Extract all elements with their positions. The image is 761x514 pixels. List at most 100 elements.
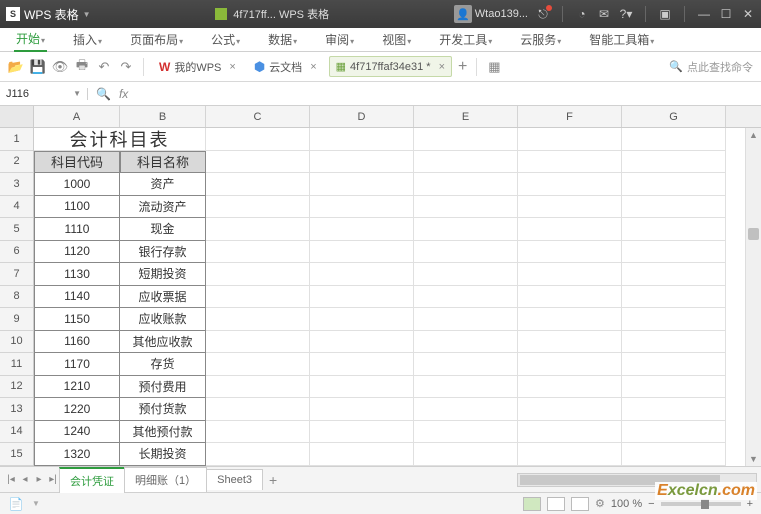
cell[interactable]	[622, 173, 726, 196]
cell[interactable]	[518, 376, 622, 399]
cell[interactable]: 1110	[34, 218, 120, 241]
cell[interactable]	[622, 376, 726, 399]
cell[interactable]: 1210	[34, 376, 120, 399]
cell[interactable]: 1220	[34, 398, 120, 421]
cell[interactable]	[518, 421, 622, 444]
column-header[interactable]: E	[414, 106, 518, 127]
cell[interactable]: 应收账款	[120, 308, 206, 331]
scrollbar-thumb[interactable]	[748, 228, 759, 240]
cell[interactable]: 资产	[120, 173, 206, 196]
cell[interactable]: 1140	[34, 286, 120, 309]
cell[interactable]: 短期投资	[120, 263, 206, 286]
scroll-down-icon[interactable]: ▼	[746, 452, 761, 466]
undo-icon[interactable]: ↶	[96, 59, 112, 75]
cell[interactable]	[310, 241, 414, 264]
tab-view[interactable]: 视图▾	[380, 28, 413, 51]
cell[interactable]	[414, 151, 518, 174]
name-box[interactable]: J116 ▼	[0, 88, 88, 100]
cell[interactable]	[206, 443, 310, 466]
row-header[interactable]: 1	[0, 128, 33, 151]
row-header[interactable]: 3	[0, 173, 33, 196]
cell[interactable]	[310, 196, 414, 219]
row-header[interactable]: 8	[0, 286, 33, 309]
cell[interactable]	[414, 308, 518, 331]
notification-icon[interactable]: ⎋	[536, 7, 550, 21]
cell[interactable]	[206, 218, 310, 241]
cell[interactable]	[414, 353, 518, 376]
cell[interactable]	[310, 286, 414, 309]
cell[interactable]: 长期投资	[120, 443, 206, 466]
cell[interactable]	[518, 196, 622, 219]
cell[interactable]	[518, 286, 622, 309]
first-sheet-icon[interactable]: |◂	[4, 474, 18, 485]
maximize-icon[interactable]: ☐	[719, 7, 733, 21]
new-tab-button[interactable]: +	[458, 58, 467, 76]
cell[interactable]	[414, 398, 518, 421]
cell[interactable]	[622, 398, 726, 421]
cell[interactable]	[206, 196, 310, 219]
cell[interactable]	[206, 331, 310, 354]
dropdown-icon[interactable]: ▼	[83, 10, 91, 19]
cell[interactable]	[622, 241, 726, 264]
cell[interactable]	[518, 218, 622, 241]
cell[interactable]	[310, 376, 414, 399]
open-icon[interactable]: 📂	[8, 59, 24, 75]
prev-sheet-icon[interactable]: ◂	[18, 474, 32, 485]
cell[interactable]	[518, 241, 622, 264]
row-header[interactable]: 14	[0, 421, 33, 444]
cell[interactable]	[518, 308, 622, 331]
cell[interactable]: 1240	[34, 421, 120, 444]
close-icon[interactable]: ✕	[741, 7, 755, 21]
cell[interactable]	[414, 128, 518, 151]
cell[interactable]: 1170	[34, 353, 120, 376]
cell[interactable]: 1000	[34, 173, 120, 196]
cell[interactable]	[622, 263, 726, 286]
cell[interactable]	[414, 421, 518, 444]
tab-data[interactable]: 数据▾	[266, 28, 299, 51]
row-header[interactable]: 13	[0, 398, 33, 421]
cell[interactable]	[310, 128, 414, 151]
cell[interactable]	[310, 331, 414, 354]
cell[interactable]	[414, 196, 518, 219]
redo-icon[interactable]: ↷	[118, 59, 134, 75]
tab-pagelayout[interactable]: 页面布局▾	[128, 28, 185, 51]
cell[interactable]	[622, 443, 726, 466]
row-header[interactable]: 6	[0, 241, 33, 264]
cell[interactable]	[414, 443, 518, 466]
column-header[interactable]: F	[518, 106, 622, 127]
cell[interactable]	[414, 218, 518, 241]
cell[interactable]	[518, 443, 622, 466]
cell[interactable]	[206, 128, 310, 151]
doc-tab-active[interactable]: ▦ 4f717ffaf34e31 * ×	[329, 56, 452, 77]
cell[interactable]	[206, 151, 310, 174]
cell[interactable]	[622, 218, 726, 241]
cell[interactable]	[206, 398, 310, 421]
column-header[interactable]: D	[310, 106, 414, 127]
cell[interactable]	[518, 331, 622, 354]
sheet-tab-0[interactable]: 会计凭证	[59, 467, 125, 493]
cell[interactable]: 银行存款	[120, 241, 206, 264]
column-header[interactable]: A	[34, 106, 120, 127]
vertical-scrollbar[interactable]: ▲ ▼	[745, 128, 761, 466]
tab-review[interactable]: 审阅▾	[323, 28, 356, 51]
scroll-up-icon[interactable]: ▲	[746, 128, 761, 142]
next-sheet-icon[interactable]: ▸	[32, 474, 46, 485]
cell[interactable]	[414, 286, 518, 309]
doc-tab-cloud[interactable]: ⬢ 云文档 ×	[248, 56, 323, 78]
add-sheet-button[interactable]: +	[269, 472, 277, 488]
tab-insert[interactable]: 插入▾	[71, 28, 104, 51]
cell[interactable]	[622, 331, 726, 354]
dropdown-icon[interactable]: ▼	[73, 89, 81, 98]
cell[interactable]: 1320	[34, 443, 120, 466]
sheet-tab-2[interactable]: Sheet3	[206, 469, 263, 490]
cell[interactable]: 其他应收款	[120, 331, 206, 354]
column-header[interactable]: C	[206, 106, 310, 127]
cell[interactable]: 1150	[34, 308, 120, 331]
tab-list-icon[interactable]: ▦	[486, 59, 502, 75]
cell[interactable]	[622, 196, 726, 219]
ribbon-toggle-icon[interactable]: ▣	[658, 7, 672, 21]
fx-icon[interactable]: fx	[119, 87, 128, 101]
cell[interactable]	[414, 241, 518, 264]
cell[interactable]	[414, 173, 518, 196]
cell[interactable]	[518, 151, 622, 174]
